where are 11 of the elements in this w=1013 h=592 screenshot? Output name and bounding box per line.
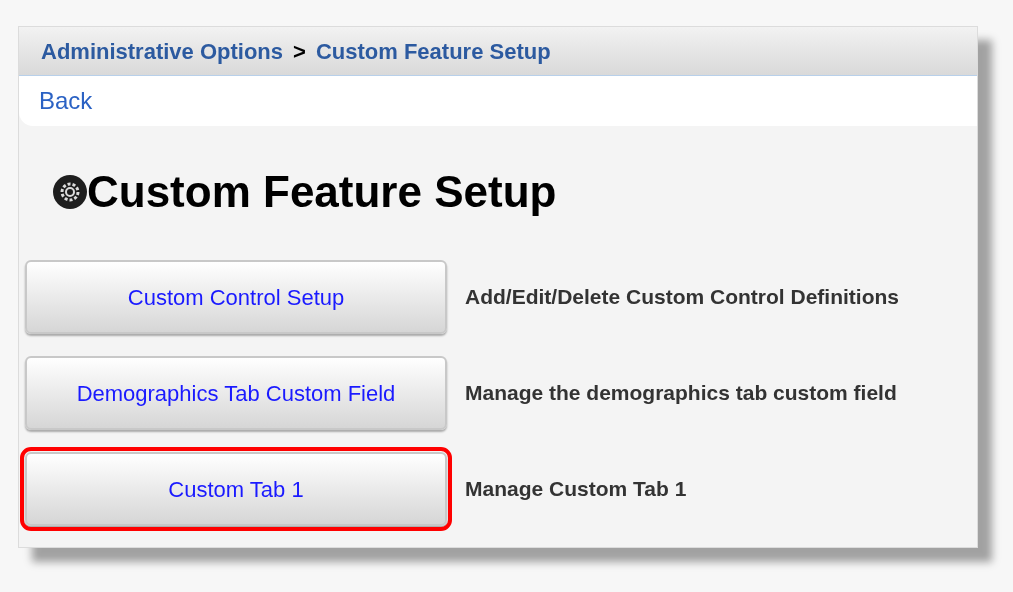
back-link[interactable]: Back	[39, 83, 93, 119]
feature-description: Manage Custom Tab 1	[465, 476, 687, 503]
page-title: Custom Feature Setup	[87, 170, 557, 214]
breadcrumb-link[interactable]: Administrative Options	[41, 34, 284, 68]
feature-button[interactable]: Custom Control Setup	[25, 260, 447, 334]
feature-description: Add/Edit/Delete Custom Control Definitions	[465, 284, 899, 311]
breadcrumb-separator: >	[293, 37, 306, 66]
breadcrumb-link[interactable]: Custom Feature Setup	[315, 34, 551, 68]
feature-button[interactable]: Demographics Tab Custom Field	[25, 356, 447, 430]
feature-description: Manage the demographics tab custom field	[465, 380, 897, 407]
gear-icon	[53, 175, 87, 209]
